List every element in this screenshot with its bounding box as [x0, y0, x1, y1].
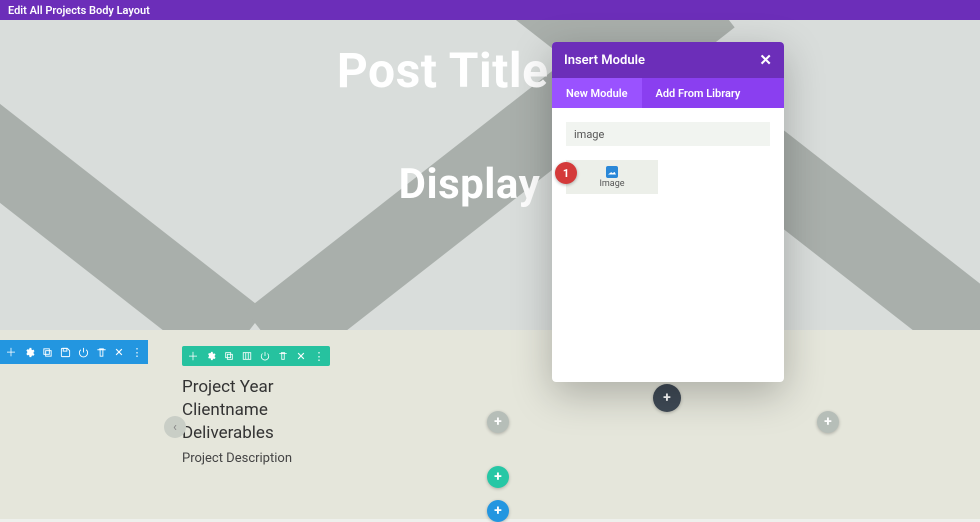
add-icon[interactable]: ＋: [187, 350, 199, 362]
project-text-module[interactable]: Project Year Clientname Deliverables Pro…: [182, 376, 292, 466]
hero-title: Post Title Will: [0, 42, 980, 99]
modal-title: Insert Module: [564, 53, 645, 68]
power-icon[interactable]: [77, 346, 89, 358]
module-option-image[interactable]: Image: [566, 160, 658, 194]
columns-icon[interactable]: [241, 350, 253, 362]
close-icon[interactable]: ✕: [295, 350, 307, 362]
add-module-button[interactable]: +: [487, 411, 509, 433]
row-toolbar[interactable]: ＋ ✕ ⋮: [182, 346, 330, 366]
add-icon[interactable]: ＋: [5, 346, 17, 358]
modal-tabs: New Module Add From Library: [552, 78, 784, 108]
project-year: Project Year: [182, 376, 292, 399]
project-deliverables: Deliverables: [182, 422, 292, 445]
more-icon[interactable]: ⋮: [131, 346, 143, 358]
insert-module-modal: Insert Module ✕ New Module Add From Libr…: [552, 42, 784, 382]
add-row-button[interactable]: +: [487, 466, 509, 488]
duplicate-icon[interactable]: [223, 350, 235, 362]
tab-new-module[interactable]: New Module: [552, 78, 642, 108]
close-icon[interactable]: ✕: [113, 346, 125, 358]
image-icon: [606, 166, 618, 178]
module-option-label: Image: [599, 179, 624, 189]
project-client: Clientname: [182, 399, 292, 422]
section-toolbar[interactable]: ＋ ✕ ⋮: [0, 340, 148, 364]
close-icon[interactable]: ✕: [759, 51, 772, 69]
power-icon[interactable]: [259, 350, 271, 362]
step-badge-1: 1: [555, 162, 577, 184]
modal-header[interactable]: Insert Module ✕: [552, 42, 784, 78]
editor-topbar: Edit All Projects Body Layout: [0, 0, 980, 20]
modal-body: Image: [552, 108, 784, 208]
add-module-button[interactable]: +: [817, 411, 839, 433]
project-description: Project Description: [182, 451, 292, 466]
module-search-input[interactable]: [566, 122, 770, 146]
add-button-dark[interactable]: +: [653, 384, 681, 412]
save-icon[interactable]: [59, 346, 71, 358]
trash-icon[interactable]: [95, 346, 107, 358]
gear-icon[interactable]: [23, 346, 35, 358]
hero-subtitle: Display H: [0, 160, 980, 209]
collapse-arrow[interactable]: ‹: [164, 416, 186, 438]
topbar-title: Edit All Projects Body Layout: [8, 4, 150, 17]
gear-icon[interactable]: [205, 350, 217, 362]
hero-section: Post Title Will Display H: [0, 20, 980, 330]
tab-add-from-library[interactable]: Add From Library: [642, 78, 755, 108]
duplicate-icon[interactable]: [41, 346, 53, 358]
more-icon[interactable]: ⋮: [313, 350, 325, 362]
trash-icon[interactable]: [277, 350, 289, 362]
